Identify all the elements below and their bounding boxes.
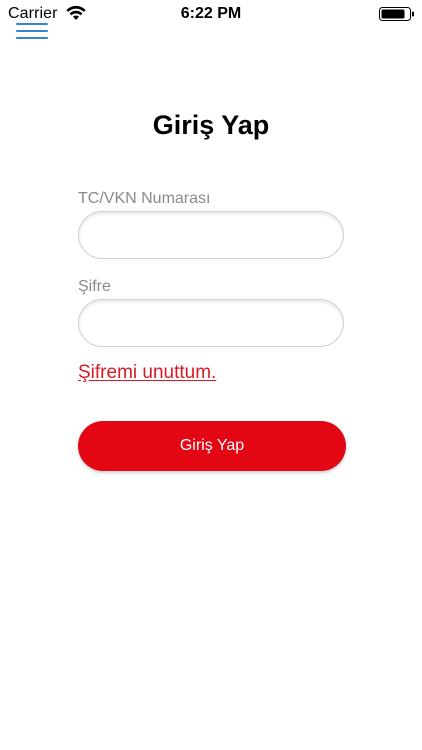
battery-icon <box>379 7 414 21</box>
password-input[interactable] <box>78 299 344 347</box>
page-title: Giriş Yap <box>152 110 270 140</box>
menu-line-bottom <box>16 37 48 39</box>
status-time: 6:22 PM <box>180 5 242 22</box>
status-bar: Carrier 6:22 PM <box>0 0 422 28</box>
menu-line-top <box>16 23 48 25</box>
password-label: Şifre <box>78 278 111 295</box>
hamburger-menu-icon[interactable] <box>16 20 48 40</box>
forgot-password-link[interactable]: Şifremi unuttum. <box>78 362 216 384</box>
id-number-input[interactable] <box>78 211 344 259</box>
id-number-label: TC/VKN Numarası <box>78 190 211 207</box>
menu-line-middle <box>16 30 48 32</box>
login-button[interactable]: Giriş Yap <box>78 421 346 471</box>
